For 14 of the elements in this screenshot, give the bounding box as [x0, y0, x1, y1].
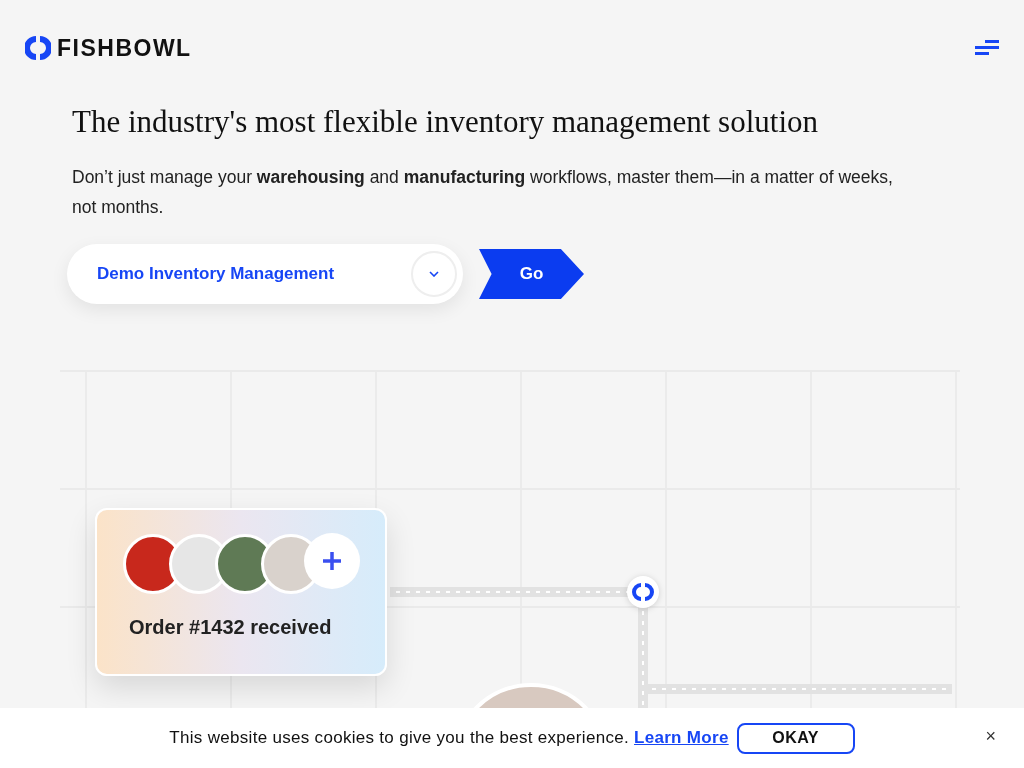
- go-button[interactable]: Go: [479, 249, 584, 299]
- learn-more-link[interactable]: Learn More: [634, 728, 729, 747]
- close-button[interactable]: ×: [981, 726, 1000, 747]
- menu-icon[interactable]: [975, 40, 999, 56]
- hero-title: The industry's most flexible inventory management solution: [72, 104, 819, 140]
- plus-icon: [303, 532, 361, 590]
- logo-wordmark[interactable]: FISHBOWL: [57, 34, 192, 62]
- hero-description: Don’t just manage your warehousing and manufacturing workflows, master them—in a matter of weeks, not months.: [72, 166, 894, 219]
- okay-button[interactable]: OKAY: [736, 722, 855, 754]
- cookie-message: This website uses cookies to give you the best experience. Learn More: [169, 728, 729, 748]
- demo-select[interactable]: Demo Inventory Management: [67, 244, 463, 304]
- logo-icon: [25, 35, 51, 61]
- logo-node-icon: [626, 575, 660, 609]
- order-status-text: Order #1432 received: [129, 616, 333, 639]
